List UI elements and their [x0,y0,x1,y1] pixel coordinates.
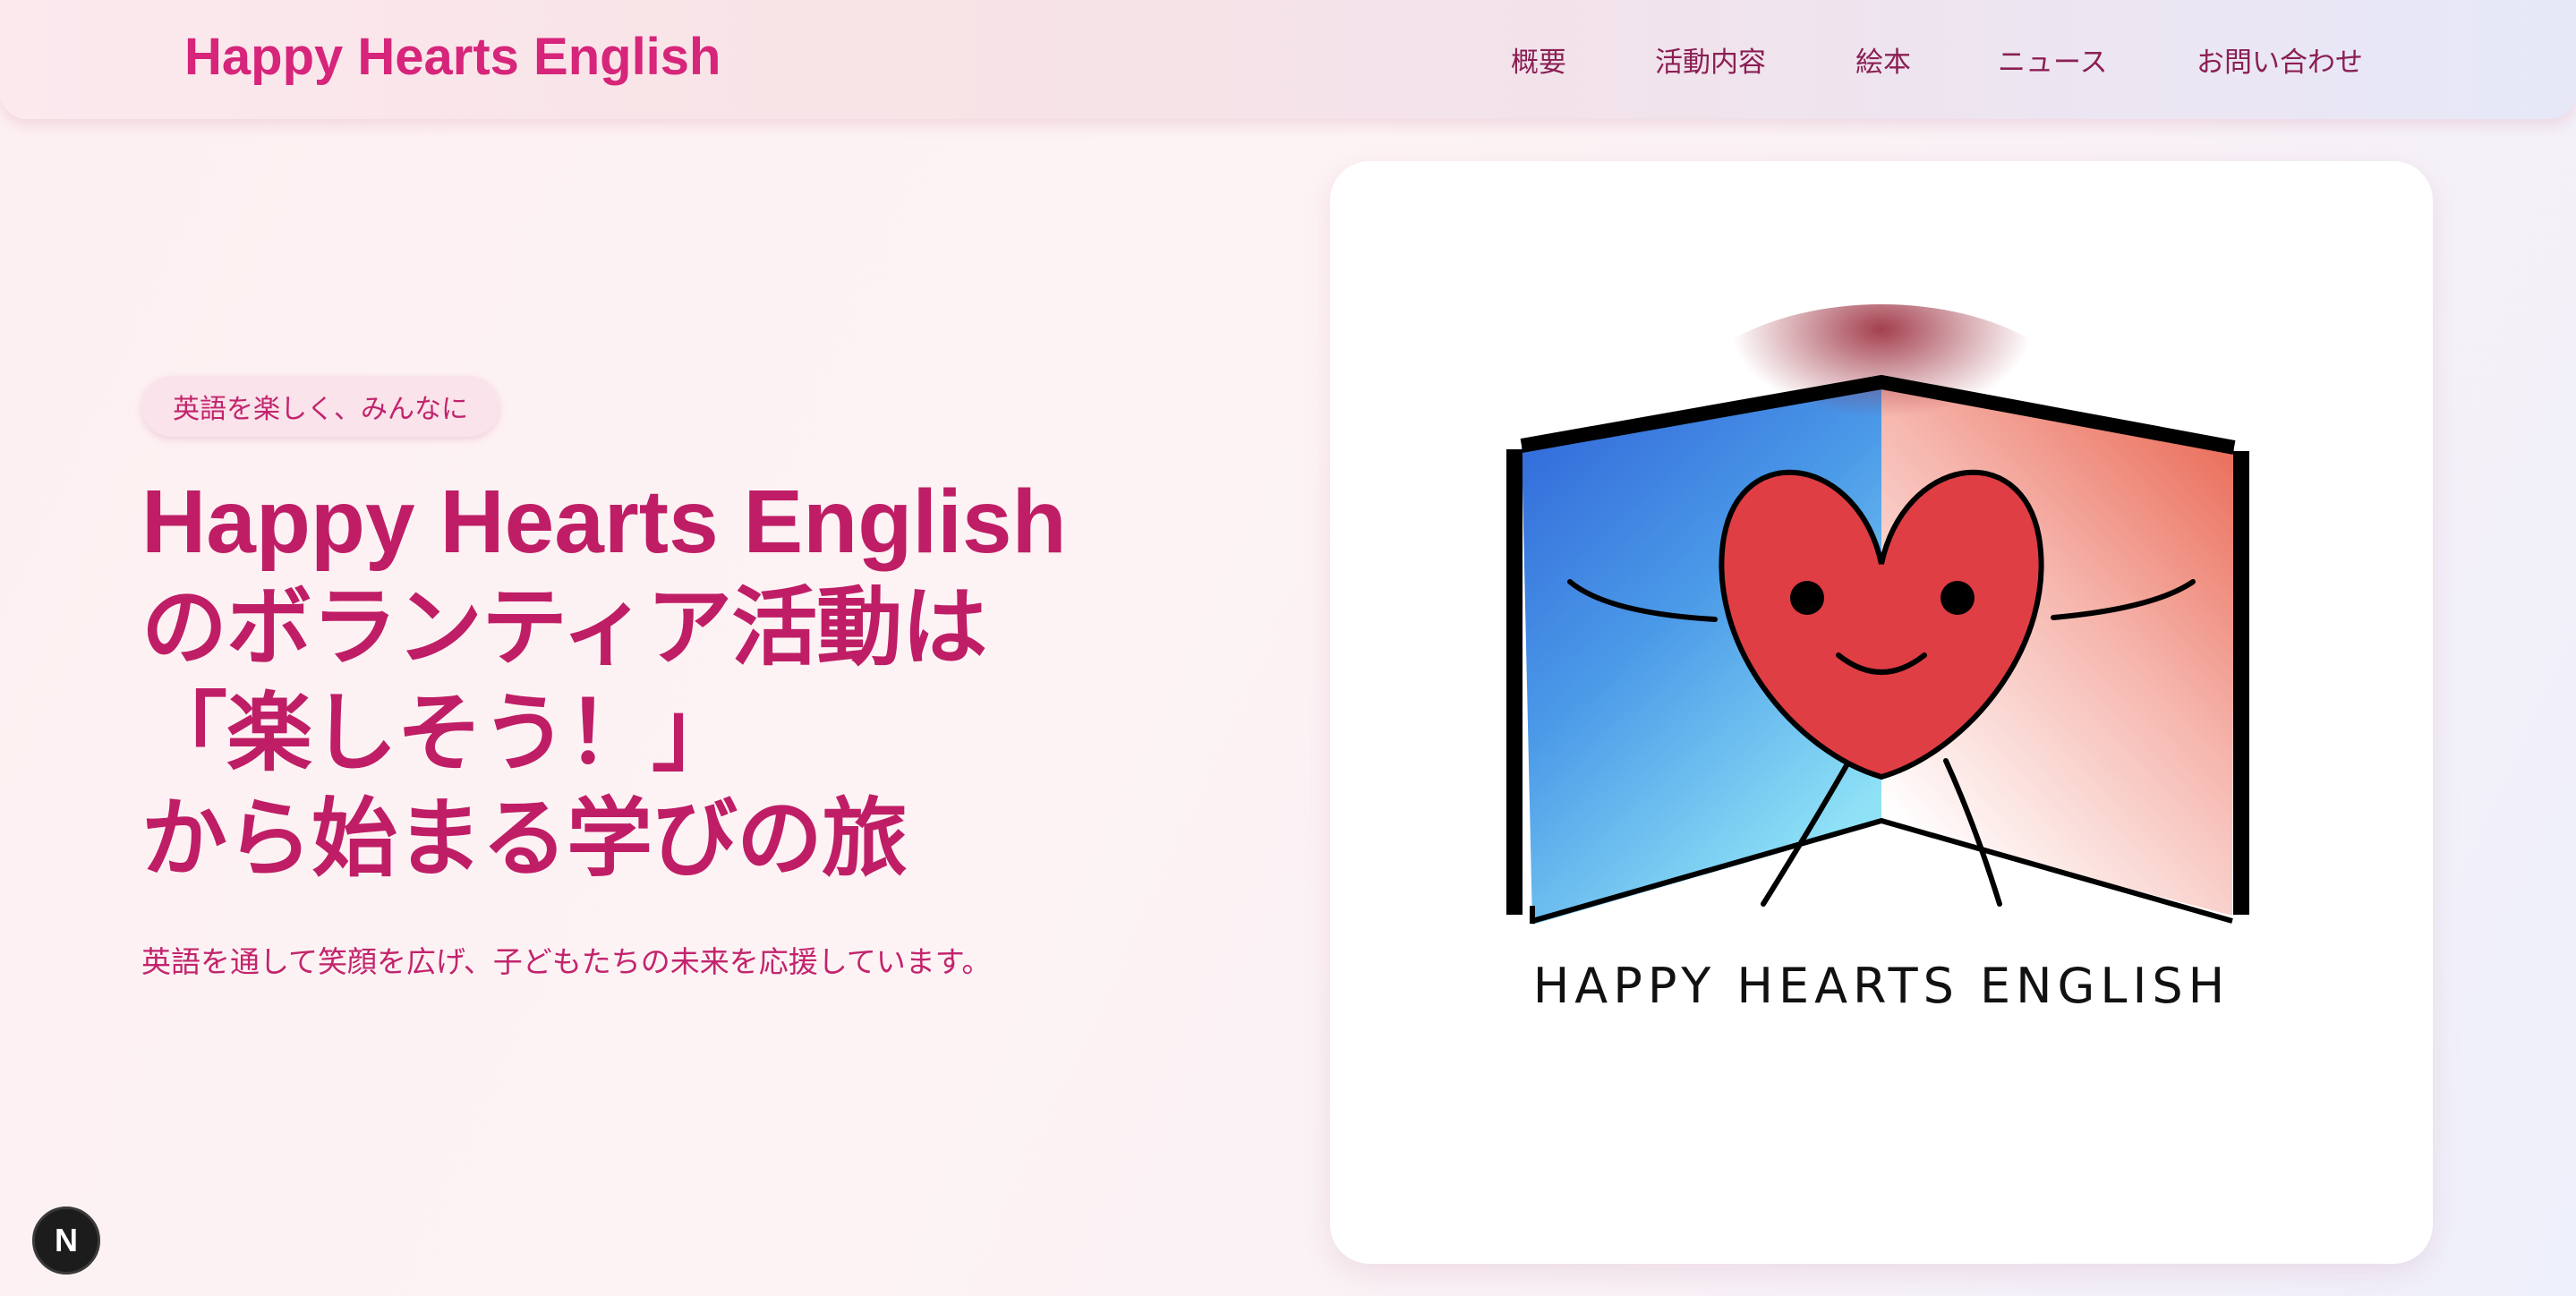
nav-link-picture-books[interactable]: 絵本 [1855,39,1911,80]
book-heart-character-logo-icon [1506,304,2249,925]
nav-link-contact[interactable]: お問い合わせ [2196,39,2363,80]
headline-line-1: Happy Hearts English [141,472,1067,572]
tagline-badge: 英語を楽しく、みんなに [141,376,499,437]
nav-link-activities[interactable]: 活動内容 [1655,39,1766,80]
hero-headline: Happy Hearts English のボランティア活動は 「楽しそう！」 … [141,469,1067,891]
nav-link-overview[interactable]: 概要 [1511,39,1566,80]
site-header: Happy Hearts English 概要 活動内容 絵本 ニュース お問い… [0,0,2576,119]
headline-line-3: 「楽しそう！」 [141,683,738,783]
nextjs-dev-indicator-icon[interactable]: N [32,1206,100,1275]
logo-card: HAPPY HEARTS ENGLISH [1330,161,2433,1264]
main-nav: 概要 活動内容 絵本 ニュース お問い合わせ [0,39,2576,79]
headline-line-4: から始まる学びの旅 [141,789,908,889]
logo-wordmark: HAPPY HEARTS ENGLISH [1532,958,2231,1014]
nav-link-news[interactable]: ニュース [1998,39,2107,80]
hero-subtext: 英語を通して笑顔を広げ、子どもたちの未来を応援しています。 [141,944,992,979]
headline-line-2: のボランティア活動は [141,577,987,678]
